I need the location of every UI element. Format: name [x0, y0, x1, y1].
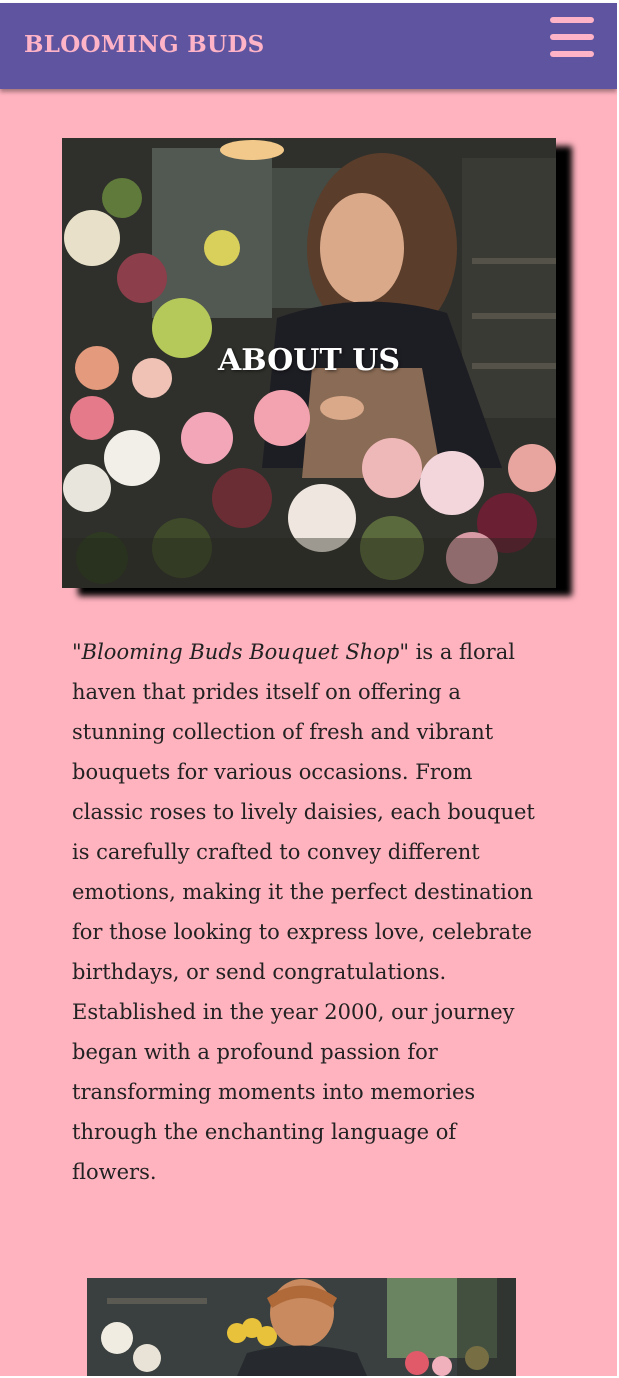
- site-header: BLOOMING BUDS: [0, 3, 617, 89]
- about-us-heading: ABOUT US: [217, 343, 401, 378]
- hamburger-menu-icon[interactable]: [550, 17, 596, 57]
- brand-logo-text[interactable]: BLOOMING BUDS: [24, 31, 265, 58]
- florist-man-photo: [87, 1278, 516, 1376]
- shop-name: "Blooming Buds Bouquet Shop": [72, 640, 409, 664]
- about-hero-image: ABOUT US: [62, 138, 556, 588]
- about-body-text: is a floral haven that prides itself on …: [72, 640, 535, 1184]
- second-florist-photo: [87, 1278, 516, 1376]
- about-paragraph: "Blooming Buds Bouquet Shop" is a floral…: [72, 632, 542, 1192]
